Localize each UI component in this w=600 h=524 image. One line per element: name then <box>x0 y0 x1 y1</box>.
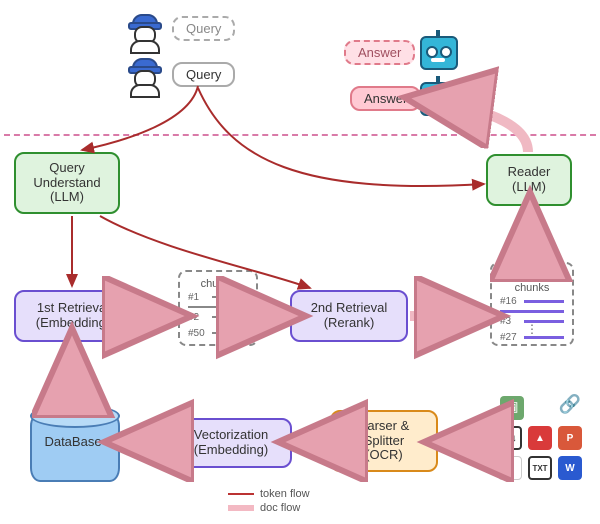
gmail-icon: M <box>498 456 522 480</box>
txt-icon: TXT <box>528 456 552 480</box>
node-vectorization: Vectorization (Embedding) <box>170 418 292 468</box>
node-label: Vectorization (Embedding) <box>194 428 268 458</box>
robot-icon <box>420 82 458 116</box>
node-database: DataBase <box>30 404 116 482</box>
answer-label: Answer <box>358 45 401 60</box>
query-label: Query <box>186 67 221 82</box>
pdf-icon: ▲ <box>528 426 552 450</box>
legend-doc-flow: doc flow <box>228 502 300 514</box>
node-first-retrieval: 1st Retrieval (Embedding) <box>14 290 132 342</box>
link-icon: 🔗 <box>558 392 582 416</box>
chunk-id: #27 <box>500 332 520 343</box>
node-parser-splitter: Parser & Splitter (OCR) <box>330 410 438 472</box>
chunk-id: #2 <box>188 312 208 323</box>
markdown-icon: M↓ <box>498 426 522 450</box>
chunks-box: chunks #1 #2 ⋮ #50 <box>178 270 258 346</box>
node-label: Query Understand (LLM) <box>33 161 100 206</box>
node-label: DataBase <box>30 434 116 449</box>
image-icon: 🖼 <box>500 396 524 420</box>
user-icon <box>128 14 158 48</box>
node-label: 2nd Retrieval (Rerank) <box>311 301 388 331</box>
section-divider <box>4 134 596 136</box>
node-label: Reader (LLM) <box>508 165 551 195</box>
word-icon: W <box>558 456 582 480</box>
node-query-understand: Query Understand (LLM) <box>14 152 120 214</box>
reranked-chunks-box: reranked chunks #16 #3 ⋮ #27 <box>490 262 574 346</box>
query-label: Query <box>186 21 221 36</box>
chunk-id: #16 <box>500 296 520 307</box>
chunk-id: #1 <box>188 292 208 303</box>
chunk-id: #3 <box>500 316 520 327</box>
node-reader: Reader (LLM) <box>486 154 572 206</box>
query-pill-solid: Query <box>172 62 235 87</box>
answer-pill-solid: Answer <box>350 86 421 111</box>
doc-sources-cluster: 🖼 🔗 M↓ ▲ P M TXT W <box>498 396 588 486</box>
node-label: 1st Retrieval (Embedding) <box>36 301 110 331</box>
reranked-title: reranked chunks <box>500 270 564 294</box>
robot-icon <box>420 36 458 70</box>
answer-label: Answer <box>364 91 407 106</box>
chunks-title: chunks <box>188 278 248 290</box>
query-pill-dashed: Query <box>172 16 235 41</box>
node-second-retrieval: 2nd Retrieval (Rerank) <box>290 290 408 342</box>
chunk-id: #50 <box>188 328 208 339</box>
ppt-icon: P <box>558 426 582 450</box>
user-icon <box>128 58 158 92</box>
legend-token-flow: token flow <box>228 488 310 500</box>
answer-pill-dashed: Answer <box>344 40 415 65</box>
node-label: Parser & Splitter (OCR) <box>359 419 410 464</box>
